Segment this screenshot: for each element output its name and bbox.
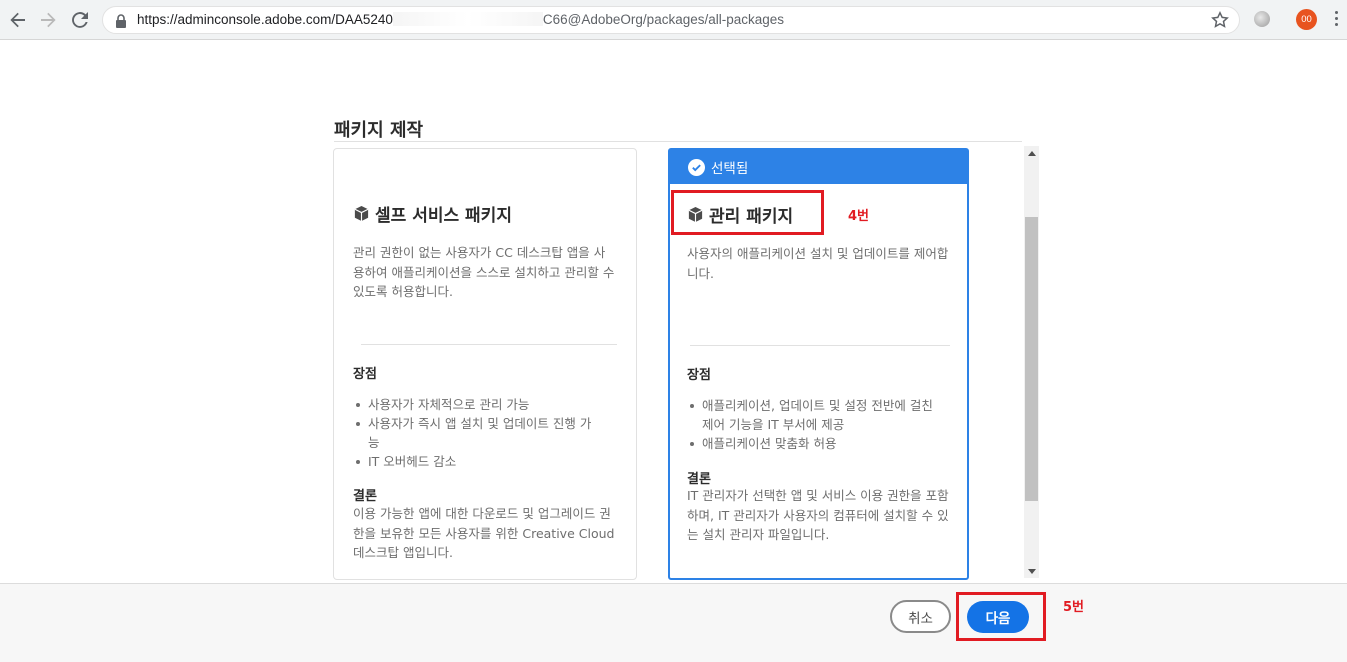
self-service-pros-heading: 장점 (353, 367, 377, 382)
scroll-down-icon[interactable] (1024, 564, 1039, 578)
url-redacted (392, 12, 543, 26)
browser-toolbar: https://adminconsole.adobe.com/DAA5240 C6… (0, 0, 1347, 40)
self-service-package-card[interactable]: 셀프 서비스 패키지 관리 권한이 없는 사용자가 CC 데스크탑 앱을 사용하… (333, 148, 637, 580)
list-item: IT 오버헤드 감소 (353, 452, 593, 471)
cards-scrollbar[interactable] (1024, 146, 1039, 578)
managed-pros-list: 애플리케이션, 업데이트 및 설정 전반에 걸친 제어 기능을 IT 부서에 제… (687, 396, 937, 453)
list-item: 애플리케이션 맞춤화 허용 (687, 434, 937, 453)
card-divider (690, 345, 950, 346)
scroll-thumb[interactable] (1025, 217, 1038, 501)
selected-banner: 선택됨 (670, 150, 967, 184)
card-divider (361, 344, 617, 345)
managed-pros-heading: 장점 (687, 368, 711, 383)
menu-icon[interactable] (1333, 11, 1339, 29)
star-icon[interactable] (1211, 11, 1229, 29)
self-service-description: 관리 권한이 없는 사용자가 CC 데스크탑 앱을 사용하여 애플리케이션을 스… (353, 245, 615, 299)
list-item: 애플리케이션, 업데이트 및 설정 전반에 걸친 제어 기능을 IT 부서에 제… (687, 396, 937, 434)
managed-description: 사용자의 애플리케이션 설치 및 업데이트를 제어합니다. (687, 246, 949, 281)
lock-icon (116, 14, 126, 28)
self-service-title-text: 셀프 서비스 패키지 (375, 206, 512, 226)
managed-conclusion-text: IT 관리자가 선택한 앱 및 서비스 이용 권한을 포함하며, IT 관리자가… (687, 488, 949, 542)
self-service-conclusion-heading: 결론 (353, 489, 377, 504)
selected-label: 선택됨 (711, 161, 749, 177)
checkmark-icon (688, 158, 705, 176)
self-service-conclusion-text: 이용 가능한 앱에 대한 다운로드 및 업그레이드 권한을 보유한 모든 사용자… (353, 506, 615, 560)
url-text: https://adminconsole.adobe.com/DAA5240 C6… (137, 12, 784, 27)
package-icon (354, 205, 369, 222)
address-bar[interactable]: https://adminconsole.adobe.com/DAA5240 C6… (102, 6, 1240, 34)
self-service-pros-list: 사용자가 자체적으로 관리 가능 사용자가 즉시 앱 설치 및 업데이트 진행 … (353, 395, 593, 471)
cancel-button[interactable]: 취소 (890, 600, 951, 633)
url-suffix: C66@AdobeOrg/packages/all-packages (542, 12, 785, 27)
list-item: 사용자가 즉시 앱 설치 및 업데이트 진행 가능 (353, 414, 593, 452)
annotation-step5: 5번 (1063, 600, 1085, 615)
profile-avatar[interactable]: 00 (1296, 9, 1317, 30)
next-button[interactable]: 다음 (967, 601, 1029, 633)
self-service-card-title: 셀프 서비스 패키지 (353, 201, 512, 226)
title-divider (334, 141, 1022, 142)
reload-icon[interactable] (68, 8, 92, 32)
dialog-title: 패키지 제작 (334, 120, 424, 141)
annotation-step4: 4번 (848, 209, 870, 224)
back-icon[interactable] (6, 8, 30, 32)
dialog-footer (0, 583, 1347, 662)
managed-conclusion-heading: 결론 (687, 472, 711, 487)
scroll-up-icon[interactable] (1024, 146, 1039, 160)
annotation-box-step4 (671, 190, 824, 235)
extension-icon[interactable] (1254, 11, 1270, 27)
url-prefix: https://adminconsole.adobe.com/DAA5240 (137, 12, 393, 27)
forward-icon[interactable] (36, 8, 60, 32)
list-item: 사용자가 자체적으로 관리 가능 (353, 395, 593, 414)
